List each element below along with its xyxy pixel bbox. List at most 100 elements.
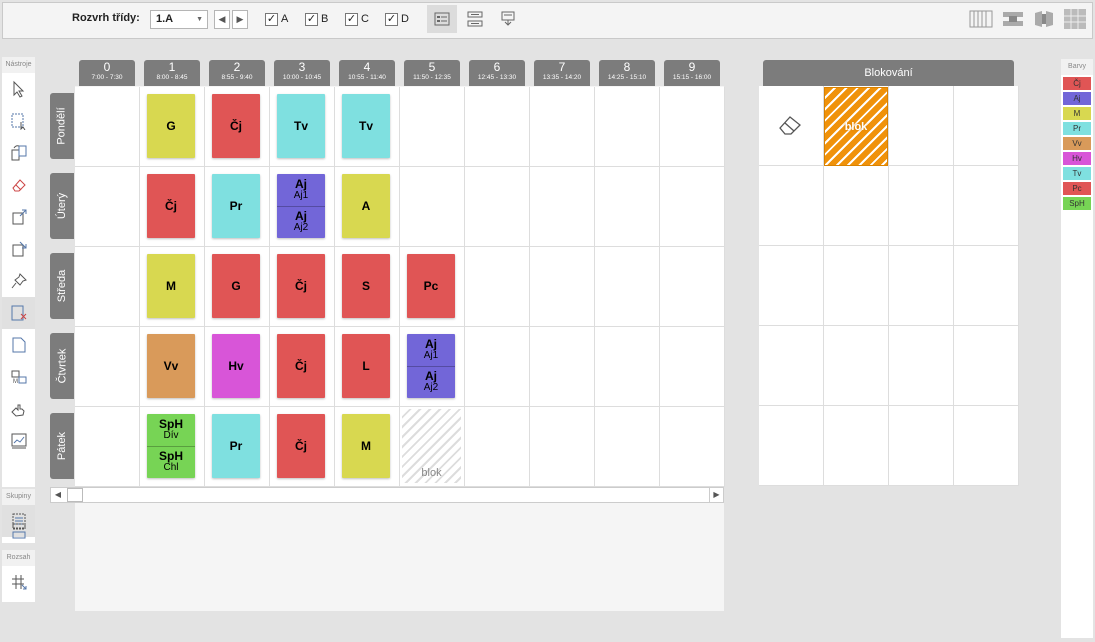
color-chip[interactable]: M — [1063, 107, 1091, 120]
lesson-card[interactable]: Tv — [342, 94, 390, 158]
blocking-cell[interactable] — [889, 406, 954, 486]
group-lesson[interactable]: Aj Aj1 — [407, 334, 455, 366]
timetable-cell[interactable] — [595, 247, 660, 327]
lesson-card-split[interactable]: Aj Aj1 Aj Aj2 — [407, 334, 455, 398]
color-chip[interactable]: Aj — [1063, 92, 1091, 105]
timetable-cell[interactable] — [465, 247, 530, 327]
lesson-card[interactable]: A — [342, 174, 390, 238]
timetable-cell[interactable] — [595, 327, 660, 407]
split-view-button[interactable] — [1001, 8, 1025, 30]
timetable-cell[interactable] — [465, 327, 530, 407]
tool-delete-lesson[interactable] — [2, 297, 35, 329]
timetable-cell[interactable] — [530, 407, 595, 487]
blocking-cell[interactable] — [954, 86, 1019, 166]
timetable-cell[interactable] — [75, 327, 140, 407]
blocking-cell[interactable] — [954, 246, 1019, 326]
timetable-cell[interactable] — [660, 247, 725, 327]
scroll-left-button[interactable]: ◀ — [51, 488, 65, 502]
blocking-cell[interactable] — [954, 166, 1019, 246]
timetable-cell[interactable] — [75, 247, 140, 327]
blocking-cell[interactable] — [889, 326, 954, 406]
color-chip[interactable]: SpH — [1063, 197, 1091, 210]
lesson-card-split[interactable]: Aj Aj1 Aj Aj2 — [277, 174, 325, 238]
tool-assign[interactable]: M — [2, 361, 35, 393]
timetable-cell[interactable] — [75, 167, 140, 247]
blocking-cell[interactable] — [824, 326, 889, 406]
checkbox-b-box[interactable]: ✓ — [305, 12, 318, 26]
tool-eraser[interactable] — [2, 169, 35, 201]
checkbox-d[interactable]: ✓ D — [385, 11, 409, 27]
blocking-cell[interactable] — [759, 326, 824, 406]
next-class-button[interactable]: ▶ — [232, 10, 248, 29]
color-chip[interactable]: Pr — [1063, 122, 1091, 135]
group-lesson[interactable]: SpH Chl — [147, 445, 195, 479]
tool-move-down[interactable] — [2, 233, 35, 265]
lesson-card[interactable]: Hv — [212, 334, 260, 398]
timetable-cell[interactable] — [400, 87, 465, 167]
lesson-card[interactable]: Pr — [212, 174, 260, 238]
blocking-cell[interactable] — [889, 246, 954, 326]
lesson-card[interactable]: G — [212, 254, 260, 318]
timetable-cell[interactable] — [530, 87, 595, 167]
blocking-cell[interactable] — [889, 86, 954, 166]
tool-new-lesson[interactable] — [2, 329, 35, 361]
tool-hand[interactable] — [2, 393, 35, 425]
blocking-cell[interactable] — [759, 246, 824, 326]
timetable-cell[interactable] — [465, 407, 530, 487]
group-lesson[interactable]: Aj Aj2 — [407, 365, 455, 399]
checkbox-a[interactable]: ✓ A — [265, 11, 288, 27]
blocking-cell[interactable] — [889, 166, 954, 246]
timetable-cell[interactable] — [75, 87, 140, 167]
checkbox-c-box[interactable]: ✓ — [345, 12, 358, 26]
blocking-cell[interactable] — [759, 406, 824, 486]
lesson-card[interactable]: Čj — [277, 254, 325, 318]
class-select[interactable]: 1.A ▼ — [150, 10, 208, 29]
tool-range[interactable] — [2, 566, 35, 598]
timetable-cell[interactable] — [595, 167, 660, 247]
blocking-cell[interactable] — [824, 246, 889, 326]
checkbox-b[interactable]: ✓ B — [305, 11, 328, 27]
group-lesson[interactable]: Aj Aj1 — [277, 174, 325, 206]
lesson-card[interactable]: G — [147, 94, 195, 158]
view-list-button[interactable] — [427, 5, 457, 33]
view-rows-button[interactable] — [460, 5, 490, 33]
lesson-card[interactable]: M — [147, 254, 195, 318]
timetable-cell[interactable] — [75, 407, 140, 487]
scroll-right-button[interactable]: ▶ — [709, 488, 723, 502]
lesson-card[interactable]: Pc — [407, 254, 455, 318]
prev-class-button[interactable]: ◀ — [214, 10, 230, 29]
checkbox-d-box[interactable]: ✓ — [385, 12, 398, 26]
lesson-card[interactable]: S — [342, 254, 390, 318]
lesson-card[interactable]: Čj — [147, 174, 195, 238]
group-lesson[interactable]: SpH Dív — [147, 414, 195, 446]
lesson-card[interactable]: M — [342, 414, 390, 478]
color-chip[interactable]: Pc — [1063, 182, 1091, 195]
tool-move-up[interactable] — [2, 201, 35, 233]
tool-swap[interactable] — [2, 137, 35, 169]
checkbox-a-box[interactable]: ✓ — [265, 12, 278, 26]
tool-select-area[interactable] — [2, 105, 35, 137]
lesson-card[interactable]: Vv — [147, 334, 195, 398]
timetable-cell[interactable] — [465, 87, 530, 167]
timetable-cell[interactable] — [660, 87, 725, 167]
checkbox-c[interactable]: ✓ C — [345, 11, 369, 27]
timetable-cell[interactable] — [530, 327, 595, 407]
blocking-tile[interactable]: blok — [824, 87, 888, 166]
group-lesson[interactable]: Aj Aj2 — [277, 205, 325, 239]
lesson-card[interactable]: Tv — [277, 94, 325, 158]
tool-pin[interactable] — [2, 265, 35, 297]
timetable-cell[interactable] — [465, 167, 530, 247]
grid-view-button[interactable] — [1063, 8, 1087, 30]
color-chip[interactable]: Čj — [1063, 77, 1091, 90]
lesson-card[interactable]: Čj — [277, 334, 325, 398]
horizontal-scrollbar[interactable]: ◀ ▶ — [50, 487, 724, 503]
tool-select[interactable] — [2, 73, 35, 105]
blocking-cell[interactable] — [824, 406, 889, 486]
color-chip[interactable]: Vv — [1063, 137, 1091, 150]
book-view-button[interactable] — [1032, 8, 1056, 30]
timetable-cell[interactable] — [400, 167, 465, 247]
eraser-icon[interactable] — [776, 112, 804, 139]
blocking-cell[interactable] — [954, 406, 1019, 486]
lesson-card[interactable]: Pr — [212, 414, 260, 478]
blocking-cell[interactable] — [759, 166, 824, 246]
